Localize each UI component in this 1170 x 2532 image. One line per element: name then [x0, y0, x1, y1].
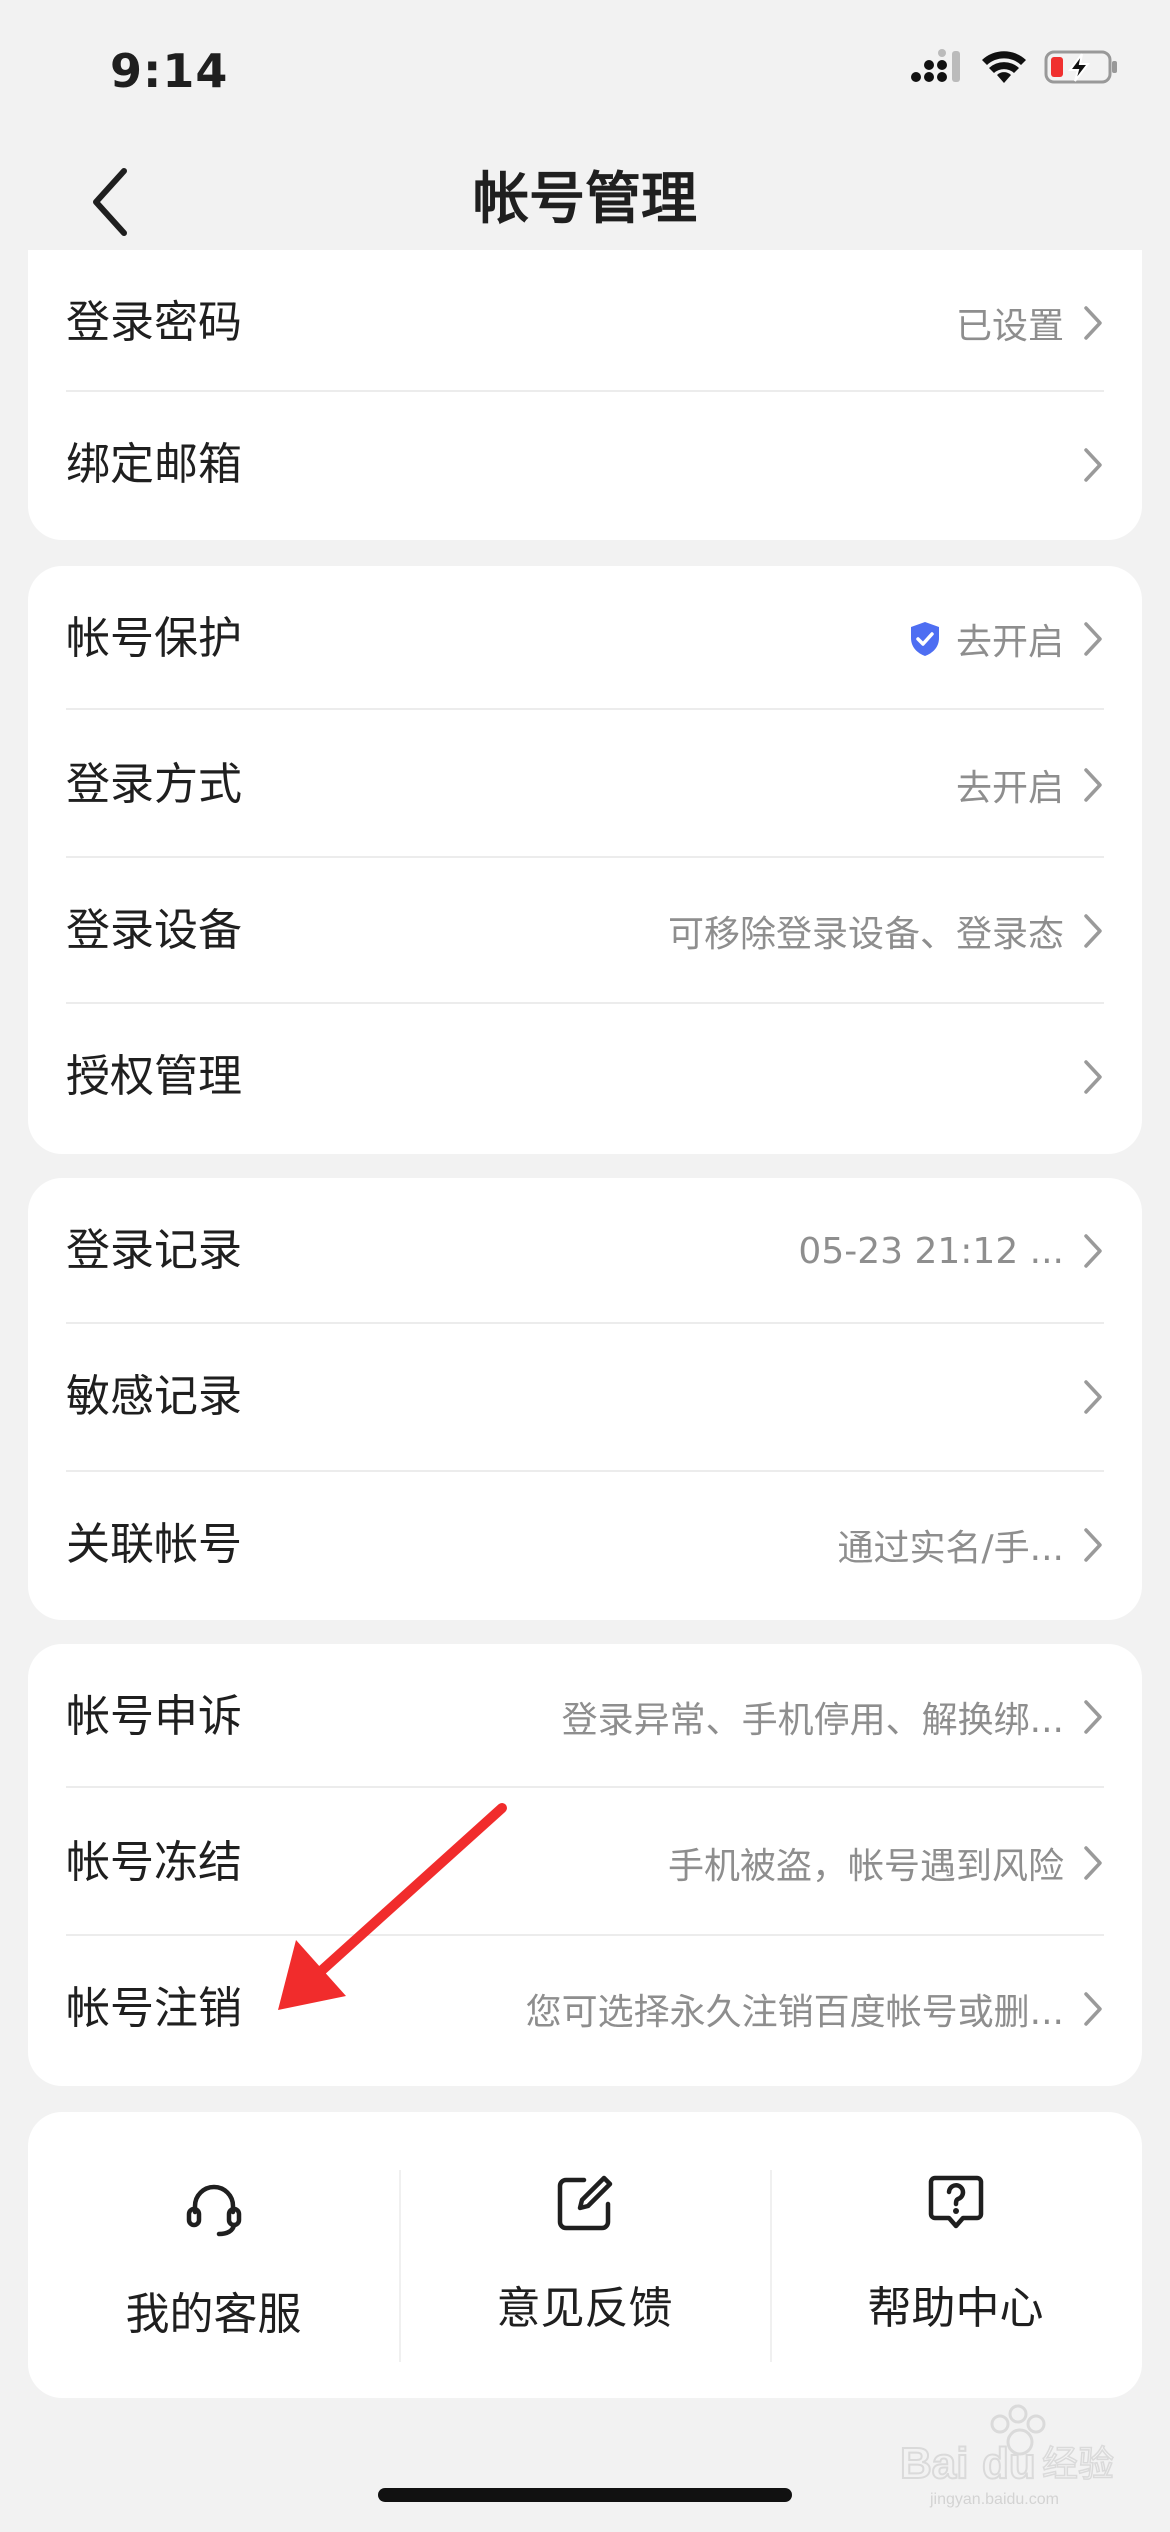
settings-group-password: 登录密码 已设置 绑定邮箱	[28, 250, 1142, 540]
row-label: 登录记录	[66, 1225, 242, 1276]
chevron-right-icon	[1084, 622, 1102, 656]
settings-group-records: 登录记录 05-23 21:12 ... 敏感记录 关联帐号 通过实名/手...	[28, 1178, 1142, 1620]
row-login-records[interactable]: 登录记录 05-23 21:12 ...	[28, 1178, 1142, 1324]
row-account-deletion[interactable]: 帐号注销 您可选择永久注销百度帐号或删...	[28, 1936, 1142, 2082]
page-title: 帐号管理	[473, 167, 697, 232]
row-value: 05-23 21:12 ...	[798, 1230, 1064, 1272]
divider	[66, 708, 1104, 710]
cellular-signal-icon	[911, 49, 960, 82]
row-bind-email[interactable]: 绑定邮箱	[28, 392, 1142, 538]
svg-text:经验: 经验	[1042, 2444, 1114, 2485]
row-label: 帐号申诉	[66, 1691, 242, 1742]
row-label: 登录密码	[66, 297, 242, 348]
settings-group-account-service: 帐号申诉 登录异常、手机停用、解换绑... 帐号冻结 手机被盗，帐号遇到风险 帐…	[28, 1644, 1142, 2086]
row-login-password[interactable]: 登录密码 已设置	[28, 250, 1142, 396]
row-account-protection[interactable]: 帐号保护 去开启	[28, 566, 1142, 712]
row-value: 可移除登录设备、登录态	[667, 914, 1064, 955]
svg-text:jingyan.baidu.com: jingyan.baidu.com	[929, 2491, 1059, 2508]
help-center-button[interactable]: 帮助中心	[770, 2112, 1141, 2398]
status-icons	[910, 48, 1120, 86]
row-value: 去开启	[955, 622, 1064, 663]
divider	[66, 1786, 1104, 1788]
quick-action-label: 我的客服	[125, 2289, 302, 2340]
svg-text:du: du	[982, 2439, 1036, 2488]
navigation-bar: 帐号管理	[0, 140, 1170, 260]
row-label: 登录设备	[66, 905, 242, 956]
row-value: 去开启	[955, 768, 1064, 809]
my-customer-service-button[interactable]: 我的客服	[28, 2112, 399, 2398]
edit-icon	[557, 2175, 612, 2231]
row-account-freeze[interactable]: 帐号冻结 手机被盗，帐号遇到风险	[28, 1790, 1142, 1936]
row-value: 登录异常、手机停用、解换绑...	[561, 1700, 1064, 1741]
chevron-right-icon	[1084, 1700, 1102, 1734]
help-icon	[928, 2175, 983, 2229]
feedback-button[interactable]: 意见反馈	[399, 2112, 770, 2398]
status-time: 9:14	[110, 44, 229, 98]
wifi-icon	[982, 51, 1026, 83]
row-sensitive-records[interactable]: 敏感记录	[28, 1324, 1142, 1470]
chevron-right-icon	[1084, 1846, 1102, 1880]
status-bar: 9:14	[0, 0, 1170, 140]
row-label: 授权管理	[66, 1051, 242, 1102]
chevron-right-icon	[1084, 1380, 1102, 1414]
row-value: 您可选择永久注销百度帐号或删...	[525, 1992, 1064, 2033]
row-value: 通过实名/手...	[837, 1528, 1064, 1569]
chevron-right-icon	[1084, 448, 1102, 482]
home-indicator[interactable]	[378, 2488, 792, 2502]
row-label: 帐号冻结	[66, 1837, 242, 1888]
row-label: 敏感记录	[66, 1371, 242, 1422]
row-linked-accounts[interactable]: 关联帐号 通过实名/手...	[28, 1472, 1142, 1618]
chevron-right-icon	[1084, 1992, 1102, 2026]
quick-action-label: 帮助中心	[867, 2283, 1044, 2334]
row-label: 帐号注销	[66, 1983, 242, 2034]
row-label: 关联帐号	[66, 1519, 242, 1570]
row-authorization[interactable]: 授权管理	[28, 1004, 1142, 1150]
row-login-devices[interactable]: 登录设备 可移除登录设备、登录态	[28, 858, 1142, 1004]
shield-check-icon	[910, 622, 939, 656]
row-label: 绑定邮箱	[66, 439, 242, 490]
quick-actions-card: 我的客服 意见反馈 帮助中心	[28, 2112, 1142, 2398]
chevron-right-icon	[1084, 914, 1102, 948]
baidu-jingyan-watermark: Bai du 经验 jingyan.baidu.com	[899, 2404, 1115, 2508]
quick-action-label: 意见反馈	[496, 2283, 673, 2334]
row-login-method[interactable]: 登录方式 去开启	[28, 712, 1142, 858]
chevron-right-icon	[1084, 1528, 1102, 1562]
row-value: 已设置	[955, 306, 1064, 347]
chevron-right-icon	[1084, 1234, 1102, 1268]
row-label: 登录方式	[66, 759, 242, 810]
chevron-right-icon	[1084, 768, 1102, 802]
row-account-appeal[interactable]: 帐号申诉 登录异常、手机停用、解换绑...	[28, 1644, 1142, 1790]
settings-group-security: 帐号保护 去开启 登录方式 去开启 登录设备 可移除登录设备、登录态 授权管理	[28, 566, 1142, 1154]
battery-charging-icon	[1044, 50, 1117, 84]
row-value: 手机被盗，帐号遇到风险	[667, 1846, 1064, 1887]
svg-text:Bai: Bai	[900, 2439, 968, 2488]
headset-icon	[186, 2184, 241, 2237]
chevron-right-icon	[1084, 306, 1102, 340]
chevron-right-icon	[1084, 1060, 1102, 1094]
row-label: 帐号保护	[66, 613, 242, 664]
